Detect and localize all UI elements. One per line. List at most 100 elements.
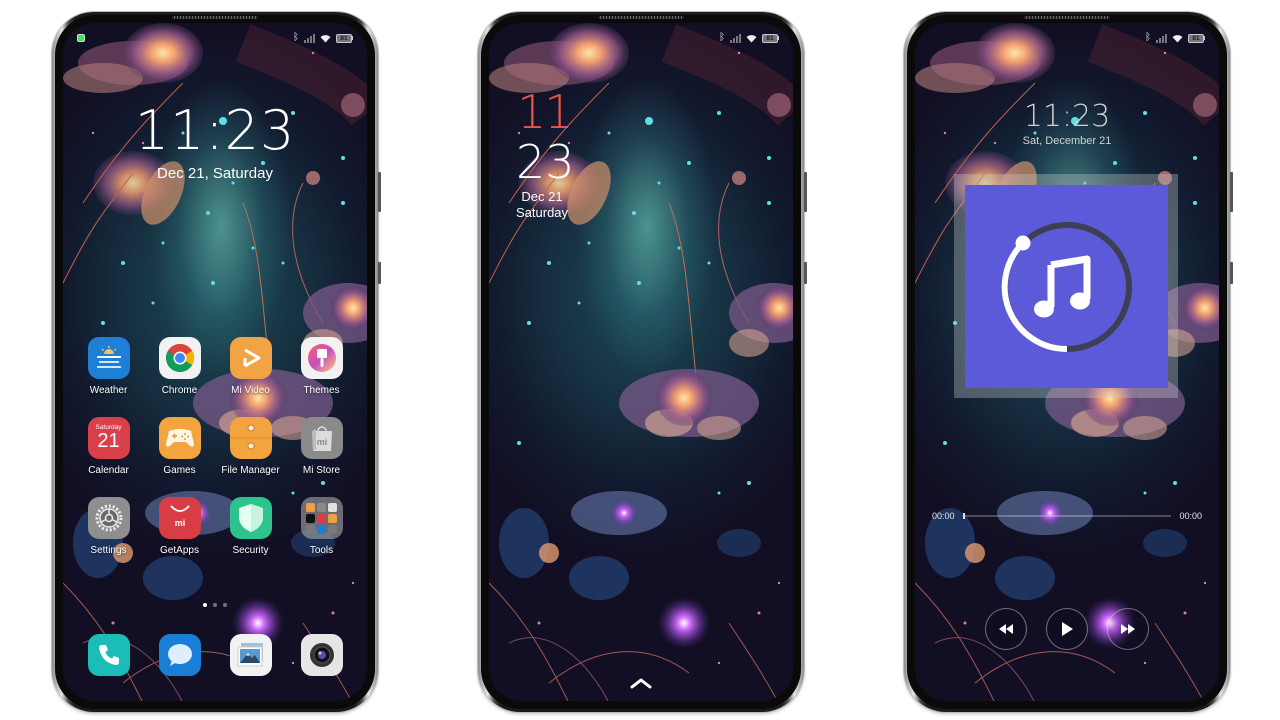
power-button [378,262,381,284]
lock-screen: ᛒ 81 11 23 Dec 21 Saturday [489,23,793,701]
app-getapps[interactable]: mi GetApps [144,497,215,556]
earpiece-speaker [1024,16,1110,19]
total-time: 00:00 [1179,511,1202,521]
signal-icon [304,33,315,43]
date: Dec 21 Saturday [516,189,568,221]
battery-icon: 81 [336,33,353,43]
bluetooth-icon: ᛒ [719,32,725,43]
app-games[interactable]: Games [144,417,215,476]
app-file-manager[interactable]: File Manager [215,417,286,476]
mi-video-icon [229,337,272,379]
page-dot[interactable] [223,603,227,607]
app-grid: Weather Chrome Mi Video Themes Saturday … [73,337,357,556]
power-button [804,262,807,284]
chrome-icon [158,337,201,379]
dock [73,634,357,676]
app-chrome[interactable]: Chrome [144,337,215,396]
weather-icon [87,337,130,379]
svg-text:mi: mi [174,518,185,528]
themes-icon [300,337,343,379]
fast-forward-button[interactable] [1107,608,1149,650]
security-icon [229,497,272,539]
page-dot[interactable] [213,603,217,607]
clock: 11:23 [134,99,296,162]
battery-icon: 81 [762,33,779,43]
bluetooth-icon: ᛒ [1145,32,1151,43]
settings-icon [87,497,130,539]
album-art [965,185,1168,388]
app-weather[interactable]: Weather [73,337,144,396]
music-note-icon [1001,221,1132,352]
app-mi-store[interactable]: mi Mi Store [286,417,357,476]
wifi-icon [1172,34,1183,43]
messages-icon [158,634,201,676]
tools-folder-icon [300,497,343,539]
clock-minute: 23 [516,135,575,189]
app-label: Security [232,545,269,556]
app-security[interactable]: Security [215,497,286,556]
dock-phone[interactable] [73,634,144,676]
weekday-line: Saturday [516,205,569,220]
dock-messages[interactable] [144,634,215,676]
phone-lock-screen-music: ᛒ 81 11:23 Sat, December 21 00:00 00:00 [904,12,1233,712]
app-label: Themes [303,385,340,396]
app-mi-video[interactable]: Mi Video [215,337,286,396]
notification-icon [77,34,85,42]
app-calendar[interactable]: Saturday 21 Calendar [73,417,144,476]
app-label: Games [163,465,196,476]
file-manager-icon [229,417,272,459]
album-art-frame [954,174,1178,398]
clock-hour: 11 [517,85,574,139]
app-label: Settings [90,545,127,556]
swipe-up-chevron-icon[interactable] [630,677,652,689]
app-settings[interactable]: Settings [73,497,144,556]
home-screen: ᛒ 81 11:23 Dec 21, Saturday Weather Chro… [63,23,367,701]
app-label: Tools [309,545,334,556]
status-bar: ᛒ 81 [63,33,367,47]
app-themes[interactable]: Themes [286,337,357,396]
volume-button [378,172,381,212]
earpiece-speaker [598,16,684,19]
wifi-icon [746,34,757,43]
camera-icon [300,634,343,676]
getapps-icon: mi [158,497,201,539]
rewind-button[interactable] [985,608,1027,650]
clock: 11:23 [1023,99,1111,134]
battery-level: 81 [336,33,352,43]
app-label: Chrome [161,385,198,396]
play-icon [1062,622,1073,636]
earpiece-speaker [172,16,258,19]
dock-camera[interactable] [286,634,357,676]
status-bar: ᛒ 81 [915,33,1219,47]
app-label: Weather [89,385,128,396]
app-tools-folder[interactable]: Tools [286,497,357,556]
battery-icon: 81 [1188,33,1205,43]
page-indicator [63,603,367,607]
seek-thumb[interactable] [962,513,965,519]
rewind-icon [999,624,1013,634]
dock-gallery[interactable] [215,634,286,676]
page-dot[interactable] [203,603,207,607]
app-label: Mi Store [302,465,341,476]
play-button[interactable] [1046,608,1088,650]
phone-home-screen: ᛒ 81 11:23 Dec 21, Saturday Weather Chro… [52,12,381,712]
battery-level: 81 [762,33,778,43]
elapsed-time: 00:00 [932,511,955,521]
app-label: File Manager [221,465,280,476]
calendar-date: 21 [97,429,120,452]
power-button [1230,262,1233,284]
app-label: Calendar [88,465,129,476]
phone-lock-screen-vertical-clock: ᛒ 81 11 23 Dec 21 Saturday [478,12,807,712]
phone-icon [87,634,130,676]
gallery-icon [229,634,272,676]
signal-icon [730,33,741,43]
app-label: Mi Video [231,385,270,396]
playback-controls [915,608,1219,650]
volume-button [804,172,807,212]
battery-level: 81 [1188,33,1204,43]
fast-forward-icon [1121,624,1135,634]
signal-icon [1156,33,1167,43]
wifi-icon [320,34,331,43]
seek-track[interactable] [962,513,1172,519]
status-bar: ᛒ 81 [489,33,793,47]
